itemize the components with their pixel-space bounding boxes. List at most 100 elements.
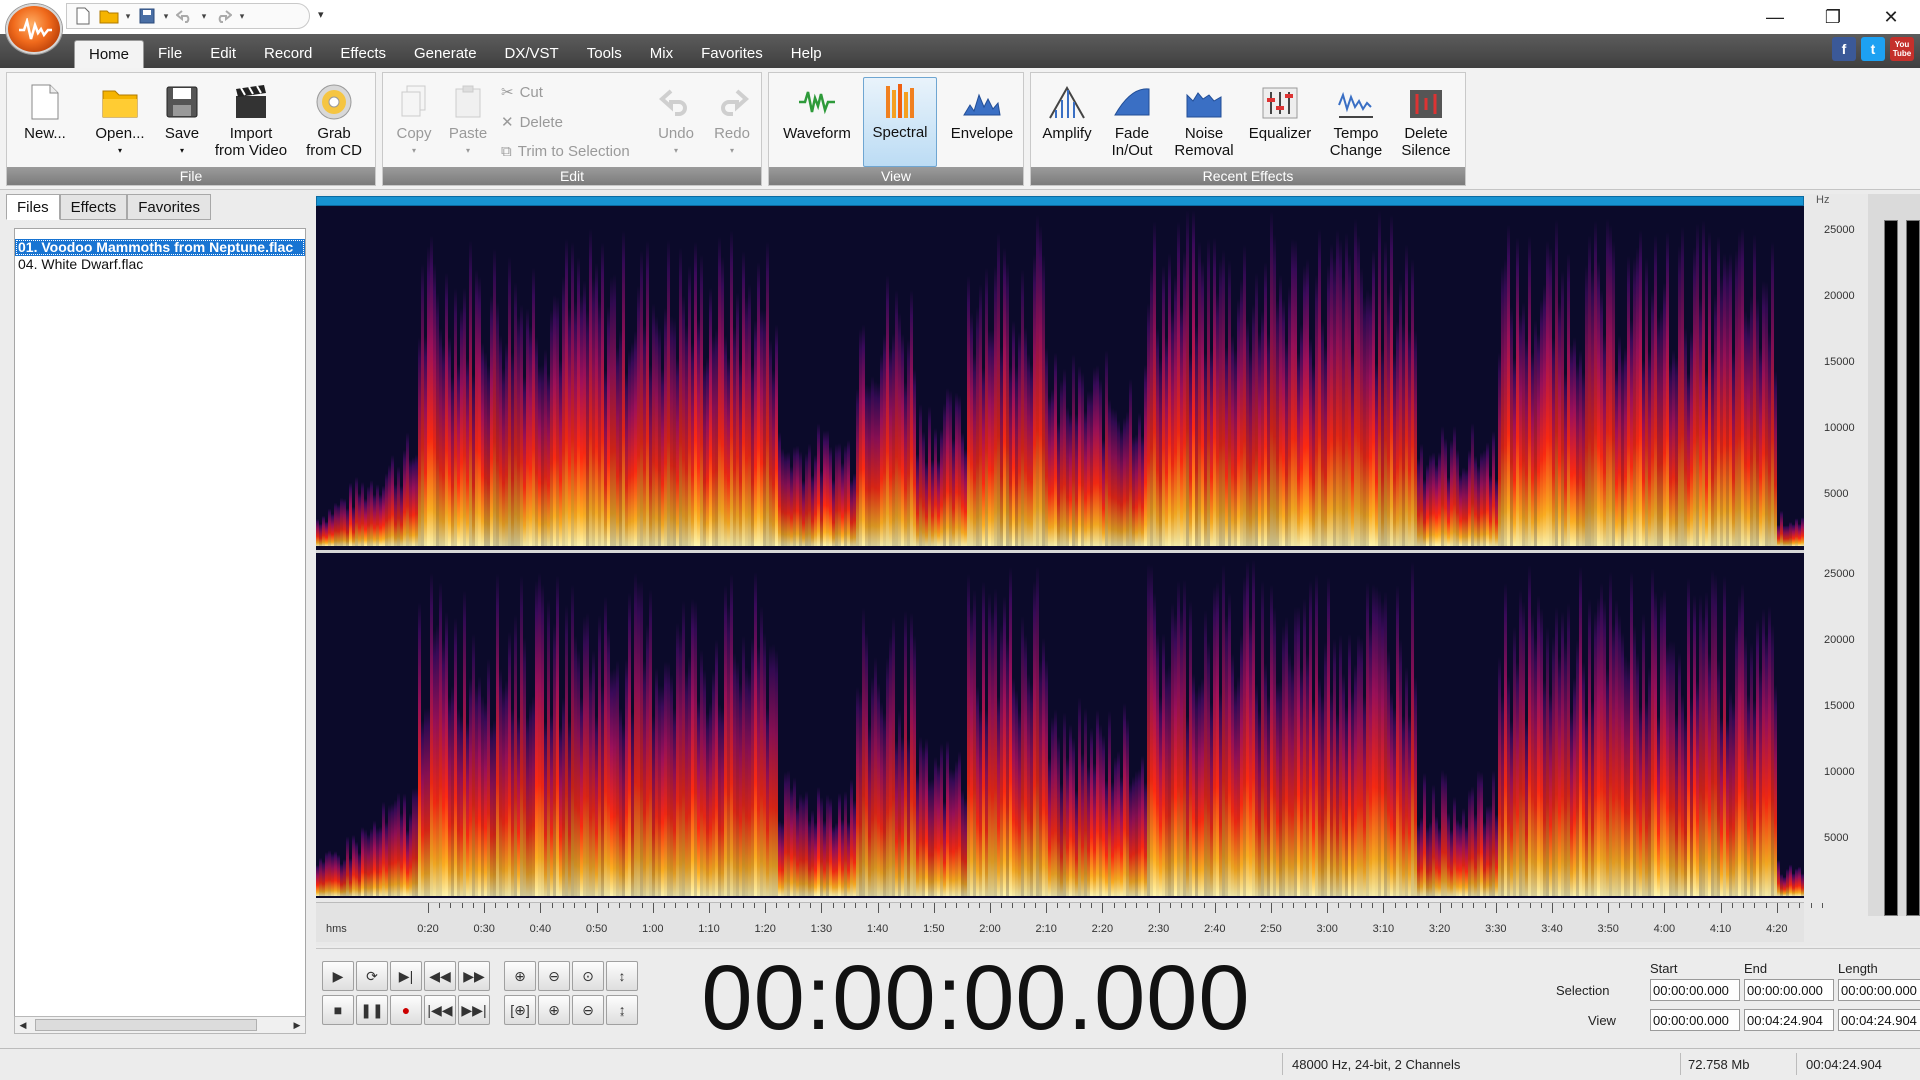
rewind-icon[interactable]: ◀◀ <box>424 961 456 991</box>
grab-from-cd-button[interactable]: Grab from CD <box>299 79 369 159</box>
scroll-thumb[interactable] <box>35 1019 257 1031</box>
paste-dropdown-arrow-icon[interactable]: ▾ <box>443 142 493 159</box>
menu-tools[interactable]: Tools <box>573 40 636 68</box>
zoom-selection-icon[interactable]: [⊕] <box>504 995 536 1025</box>
zoom-full-icon[interactable]: ⊙ <box>572 961 604 991</box>
spectrogram-column <box>487 365 490 546</box>
selection-start-field[interactable]: 00:00:00.000 <box>1650 979 1740 1001</box>
zoom-in-vertical-icon[interactable]: ⊕ <box>538 995 570 1025</box>
stop-icon[interactable]: ■ <box>322 995 354 1025</box>
copy-dropdown-arrow-icon[interactable]: ▾ <box>389 142 439 159</box>
noise-removal-button[interactable]: Noise Removal <box>1169 79 1239 159</box>
menu-favorites[interactable]: Favorites <box>687 40 777 68</box>
paste-button[interactable]: Paste ▾ <box>443 79 493 159</box>
play-looped-icon[interactable]: ⟳ <box>356 961 388 991</box>
open-button[interactable]: Open... ▾ <box>85 79 155 159</box>
menu-edit[interactable]: Edit <box>196 40 250 68</box>
fast-forward-icon[interactable]: ▶▶ <box>458 961 490 991</box>
save-icon[interactable] <box>135 5 159 27</box>
copy-button[interactable]: Copy ▾ <box>389 79 439 159</box>
twitter-icon[interactable]: t <box>1861 37 1885 61</box>
waveform-view-button[interactable]: Waveform <box>779 79 855 142</box>
cut-button[interactable]: ✂ Cut <box>501 83 543 102</box>
redo-button[interactable]: Redo ▾ <box>707 79 757 159</box>
view-end-field[interactable]: 00:04:24.904 <box>1744 1009 1834 1031</box>
overview-bar[interactable] <box>316 196 1804 206</box>
equalizer-button[interactable]: Equalizer <box>1245 79 1315 142</box>
open-folder-icon[interactable] <box>97 5 121 27</box>
file-list-scrollbar[interactable]: ◀ ▶ <box>14 1016 306 1034</box>
menu-generate[interactable]: Generate <box>400 40 491 68</box>
menu-help[interactable]: Help <box>777 40 836 68</box>
redo-dropdown-icon[interactable]: ▾ <box>237 11 247 22</box>
trim-to-selection-button[interactable]: ⧉ Trim to Selection <box>501 143 630 160</box>
menu-file[interactable]: File <box>144 40 196 68</box>
record-icon[interactable]: ● <box>390 995 422 1025</box>
spectrogram-view[interactable] <box>316 206 1804 898</box>
import-from-video-button[interactable]: Import from Video <box>209 79 293 159</box>
menu-record[interactable]: Record <box>250 40 326 68</box>
zoom-out-icon[interactable]: ⊖ <box>538 961 570 991</box>
redo-icon[interactable] <box>211 5 235 27</box>
scroll-left-icon[interactable]: ◀ <box>15 1017 31 1033</box>
delete-button[interactable]: ✕ Delete <box>501 113 563 132</box>
customize-toolbar-icon[interactable]: ▾ <box>318 8 324 21</box>
tab-files[interactable]: Files <box>6 194 60 220</box>
view-start-field[interactable]: 00:00:00.000 <box>1650 1009 1740 1031</box>
new-file-icon[interactable] <box>71 5 95 27</box>
spectrogram-column <box>565 239 568 546</box>
selection-length-field[interactable]: 00:00:00.000 <box>1838 979 1920 1001</box>
spectrogram-column <box>1030 683 1033 896</box>
selection-end-field[interactable]: 00:00:00.000 <box>1744 979 1834 1001</box>
spectrogram-column <box>1156 328 1159 546</box>
undo-button[interactable]: Undo ▾ <box>651 79 701 159</box>
envelope-view-button[interactable]: Envelope <box>945 79 1019 142</box>
app-menu-button[interactable] <box>6 4 62 54</box>
play-icon[interactable]: ▶ <box>322 961 354 991</box>
zoom-out-vertical-icon[interactable]: ⊖ <box>572 995 604 1025</box>
restore-icon[interactable]: ❐ <box>1804 0 1862 34</box>
youtube-icon[interactable]: You Tube <box>1890 37 1914 61</box>
undo-icon[interactable] <box>173 5 197 27</box>
spectrogram-column <box>748 672 751 896</box>
delete-silence-button[interactable]: Delete Silence <box>1393 79 1459 159</box>
menu-dxvst[interactable]: DX/VST <box>491 40 573 68</box>
timeline-minor-tick <box>1124 903 1126 908</box>
spectrogram-column <box>1258 331 1261 546</box>
zoom-in-icon[interactable]: ⊕ <box>504 961 536 991</box>
view-length-field[interactable]: 00:04:24.904 <box>1838 1009 1920 1031</box>
tab-effects[interactable]: Effects <box>59 194 128 220</box>
save-dropdown-arrow-icon[interactable]: ▾ <box>157 142 207 159</box>
minimize-icon[interactable]: — <box>1746 0 1804 34</box>
go-to-end-icon[interactable]: ▶▶| <box>458 995 490 1025</box>
close-icon[interactable]: ✕ <box>1862 0 1920 34</box>
zoom-vertical-icon[interactable]: ↕ <box>606 961 638 991</box>
save-dropdown-icon[interactable]: ▾ <box>161 11 171 22</box>
new-button[interactable]: New... <box>15 79 75 142</box>
timeline-ruler[interactable]: hms 0:20 0:30 0:40 0:50 1:00 1:10 1:20 1:30 1:40… <box>316 902 1823 942</box>
timeline-label: 2:30 <box>1147 923 1170 935</box>
undo-dropdown-arrow-icon[interactable]: ▾ <box>651 142 701 159</box>
tab-favorites[interactable]: Favorites <box>127 194 211 220</box>
spectral-view-button[interactable]: Spectral <box>863 77 937 167</box>
save-button[interactable]: Save ▾ <box>157 79 207 159</box>
file-item[interactable]: 01. Voodoo Mammoths from Neptune.flac <box>15 239 305 256</box>
go-to-start-icon[interactable]: |◀◀ <box>424 995 456 1025</box>
open-dropdown-icon[interactable]: ▾ <box>123 11 133 22</box>
undo-dropdown-icon[interactable]: ▾ <box>199 11 209 22</box>
file-item[interactable]: 04. White Dwarf.flac <box>15 256 305 273</box>
spectrogram-column <box>1444 438 1447 546</box>
tempo-change-button[interactable]: Tempo Change <box>1321 79 1391 159</box>
open-dropdown-arrow-icon[interactable]: ▾ <box>85 142 155 159</box>
fade-in-out-button[interactable]: Fade In/Out <box>1101 79 1163 159</box>
redo-dropdown-arrow-icon[interactable]: ▾ <box>707 142 757 159</box>
menu-effects[interactable]: Effects <box>326 40 400 68</box>
facebook-icon[interactable]: f <box>1832 37 1856 61</box>
menu-mix[interactable]: Mix <box>636 40 687 68</box>
amplify-button[interactable]: Amplify <box>1037 79 1097 142</box>
zoom-fit-vertical-icon[interactable]: ↨ <box>606 995 638 1025</box>
play-to-end-icon[interactable]: ▶| <box>390 961 422 991</box>
menu-home[interactable]: Home <box>74 40 145 68</box>
scroll-right-icon[interactable]: ▶ <box>289 1017 305 1033</box>
pause-icon[interactable]: ❚❚ <box>356 995 388 1025</box>
